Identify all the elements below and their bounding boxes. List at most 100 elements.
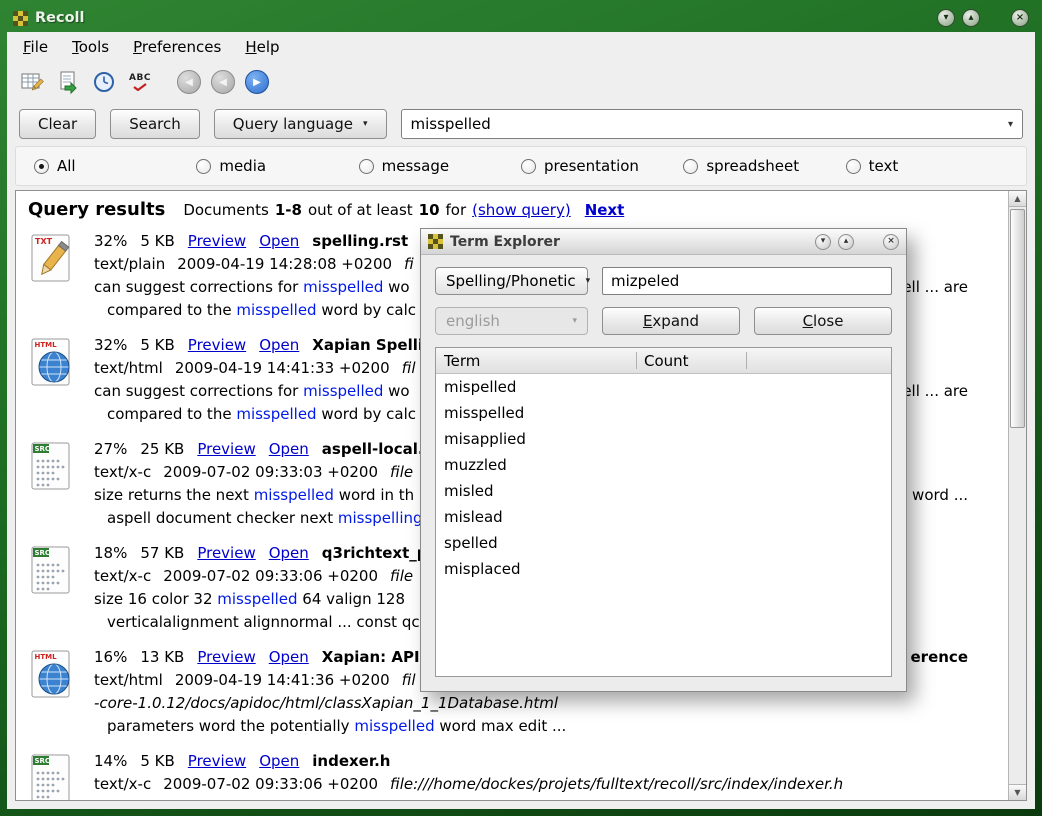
snippet-seg: wo — [383, 382, 409, 400]
doc-date: 2009-04-19 14:28:08 +0200 — [177, 253, 392, 276]
preview-link[interactable]: Preview — [188, 750, 246, 773]
search-button[interactable]: Search — [110, 109, 200, 139]
query-language-dropdown[interactable]: Query language ▾ — [214, 109, 387, 139]
close-button[interactable]: Close — [754, 307, 892, 335]
preview-link[interactable]: Preview — [188, 334, 246, 357]
maximize-button[interactable]: ▴ — [962, 9, 980, 27]
term-cell: misled — [444, 482, 494, 500]
snippet-seg: verticalalignment alignnormal ... const … — [107, 613, 420, 631]
window-titlebar[interactable]: Recoll ▾ ▴ × — [7, 4, 1035, 32]
column-divider[interactable] — [746, 352, 747, 369]
doc-url: file — [390, 461, 413, 484]
term-row[interactable]: misspelled — [436, 400, 891, 426]
filter-presentation[interactable]: presentation — [521, 157, 683, 175]
shade-button[interactable]: ▾ — [937, 9, 955, 27]
for-label: for — [446, 201, 467, 219]
snippet-text: can suggest corrections for misspelled w… — [94, 380, 410, 403]
doc-size: 5 KB — [140, 334, 174, 357]
snippet-line: -core-1.0.12/docs/apidoc/html/classXapia… — [94, 692, 994, 715]
show-query-link[interactable]: (show query) — [472, 201, 571, 219]
radio-icon — [846, 159, 861, 174]
menu-item-help[interactable]: Help — [245, 38, 279, 56]
close-icon[interactable]: × — [883, 234, 899, 250]
radio-icon — [521, 159, 536, 174]
open-link[interactable]: Open — [259, 750, 299, 773]
term-row[interactable]: mispelled — [436, 374, 891, 400]
term-row[interactable]: misapplied — [436, 426, 891, 452]
open-link[interactable]: Open — [259, 334, 299, 357]
snippet-seg: size returns the next — [94, 486, 254, 504]
menu-item-preferences[interactable]: Preferences — [133, 38, 221, 56]
term-row[interactable]: misled — [436, 478, 891, 504]
snippet-line: parameters word the potentially misspell… — [94, 715, 994, 738]
expansion-mode-value: Spelling/Phonetic — [446, 272, 576, 290]
term-row[interactable]: spelled — [436, 530, 891, 556]
open-link[interactable]: Open — [269, 646, 309, 669]
clear-button[interactable]: Clear — [19, 109, 96, 139]
doc-size: 13 KB — [140, 646, 184, 669]
doc-url: file — [390, 565, 413, 588]
preview-link[interactable]: Preview — [197, 646, 255, 669]
count-column-header[interactable]: Count — [636, 352, 689, 370]
table-edit-icon[interactable] — [19, 69, 45, 95]
doc-url: fil — [402, 669, 416, 692]
shade-button[interactable]: ▾ — [815, 234, 831, 250]
maximize-button[interactable]: ▴ — [838, 234, 854, 250]
chevron-down-icon: ▾ — [363, 119, 368, 129]
term-row[interactable]: mislead — [436, 504, 891, 530]
snippet-text: verticalalignment alignnormal ... const … — [107, 611, 420, 634]
filter-all[interactable]: All — [34, 157, 196, 175]
preview-link[interactable]: Preview — [197, 542, 255, 565]
document-arrow-icon[interactable] — [55, 69, 81, 95]
open-link[interactable]: Open — [269, 542, 309, 565]
relevance-percent: 32% — [94, 230, 127, 253]
abc-label: ABC — [129, 73, 151, 83]
result-title-line: 14%5 KBPreviewOpenindexer.h — [94, 750, 994, 773]
term-row[interactable]: muzzled — [436, 452, 891, 478]
filter-media[interactable]: media — [196, 157, 358, 175]
preview-link[interactable]: Preview — [188, 230, 246, 253]
next-page-link[interactable]: Next — [585, 201, 625, 219]
filter-spreadsheet[interactable]: spreadsheet — [683, 157, 845, 175]
first-page-icon[interactable]: ◀ — [177, 70, 201, 94]
term-row[interactable]: misplaced — [436, 556, 891, 582]
filter-text[interactable]: text — [846, 157, 1008, 175]
results-scrollbar[interactable]: ▲ ▼ — [1008, 191, 1026, 800]
expand-button[interactable]: Expand — [602, 307, 740, 335]
close-button[interactable]: × — [1011, 9, 1029, 27]
results-header: Query results Documents 1-8 out of at le… — [28, 199, 994, 220]
term-explorer-titlebar[interactable]: Term Explorer ▾ ▴ × — [421, 229, 906, 255]
toolbar: ABC ◀ ◀ ▶ — [7, 62, 1035, 102]
term-input[interactable]: mizpeled — [602, 267, 892, 295]
doc-url: fil — [402, 357, 416, 380]
scrollbar-thumb[interactable] — [1010, 209, 1025, 428]
open-link[interactable]: Open — [269, 438, 309, 461]
history-clock-icon[interactable] — [91, 69, 117, 95]
filter-label: text — [869, 157, 899, 175]
scroll-down-button[interactable]: ▼ — [1009, 784, 1026, 800]
language-dropdown: english ▾ — [435, 307, 588, 335]
menu-item-tools[interactable]: Tools — [72, 38, 109, 56]
next-page-icon[interactable]: ▶ — [245, 70, 269, 94]
relevance-percent: 32% — [94, 334, 127, 357]
term-cell: misplaced — [444, 560, 520, 578]
term-column-header[interactable]: Term — [436, 352, 636, 370]
column-divider[interactable] — [636, 352, 637, 369]
search-input[interactable]: misspelled ▾ — [401, 109, 1023, 139]
previous-page-icon[interactable]: ◀ — [211, 70, 235, 94]
result-body: 14%5 KBPreviewOpenindexer.htext/x-c2009-… — [94, 750, 994, 800]
snippet-seg: wo — [383, 278, 409, 296]
snippet-seg: misspelled — [303, 382, 383, 400]
preview-link[interactable]: Preview — [197, 438, 255, 461]
search-input-value: misspelled — [411, 115, 491, 133]
snippet-seg: size 16 color 32 — [94, 590, 217, 608]
expansion-mode-dropdown[interactable]: Spelling/Phonetic ▾ — [435, 267, 588, 295]
doc-date: 2009-07-02 09:33:06 +0200 — [163, 773, 378, 796]
scroll-up-button[interactable]: ▲ — [1009, 191, 1026, 207]
out-of-label: out of at least — [308, 201, 413, 219]
chevron-down-icon[interactable]: ▾ — [1008, 119, 1013, 130]
menu-item-file[interactable]: File — [23, 38, 48, 56]
filter-message[interactable]: message — [359, 157, 521, 175]
open-link[interactable]: Open — [259, 230, 299, 253]
term-explorer-icon[interactable]: ABC — [127, 69, 153, 95]
